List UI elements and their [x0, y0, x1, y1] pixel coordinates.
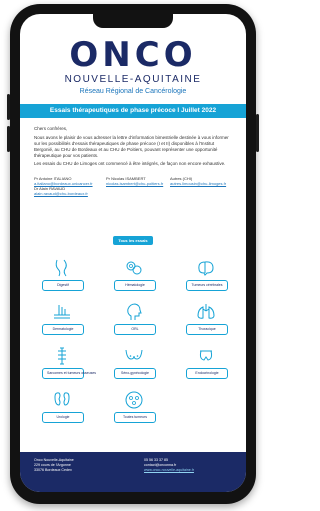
logo-subtitle: Réseau Régional de Cancérologie: [79, 88, 187, 95]
notch: [93, 14, 173, 28]
bone-icon: [58, 347, 66, 365]
email-screen: ONCO NOUVELLE-AQUITAINE Réseau Régional …: [20, 14, 246, 492]
footer-website-link[interactable]: www.onco-nouvelle-aquitaine.fr: [144, 468, 194, 473]
tile-tumeurs-cerebrales[interactable]: Tumeurs cérébrales: [186, 257, 228, 293]
logo-word: ONCO: [69, 35, 197, 75]
tile-label: Hématologie: [114, 280, 156, 291]
tile-urologie[interactable]: Urologie: [42, 389, 84, 425]
lungs-icon: [197, 304, 215, 319]
all-tumors-icon: [125, 391, 143, 409]
volume-up-button: [7, 94, 10, 120]
footer-address-line: 33076 Bordeaux Cedex: [34, 468, 72, 472]
contacts: Pr Antoine ITALIANO a.italiano@bordeaux.…: [34, 176, 234, 198]
tile-label: Toutes tumeurs: [114, 412, 156, 423]
volume-down-button: [7, 126, 10, 152]
tile-label: Séno-gynécologie: [114, 368, 156, 379]
power-button: [256, 114, 259, 152]
intro-paragraph: Nous avons le plaisir de vous adresser l…: [34, 135, 229, 158]
contact-email-link[interactable]: nicolas.isambert@chu-poitiers.fr: [106, 181, 172, 186]
contact-limoges: Autres (CHI) autres.limousin@chu-limoges…: [170, 176, 236, 186]
tile-endocrinologie[interactable]: Endocrinologie: [186, 345, 228, 381]
tile-label: Endocrinologie: [186, 368, 228, 379]
breast-icon: [125, 349, 143, 360]
contact-poitiers: Pr Nicolas ISAMBERT nicolas.isambert@chu…: [106, 176, 172, 186]
footer: Onco Nouvelle-Aquitaine 229 cours de l'A…: [20, 452, 246, 492]
specialty-grid: Digestif Hématologie Tumeurs cérébrales …: [34, 257, 234, 437]
contact-email-link[interactable]: alain.ravaud@chu-bordeaux.fr: [34, 191, 100, 196]
thyroid-icon: [199, 350, 213, 361]
title-banner: Essais thérapeutiques de phase précoce I…: [20, 104, 246, 118]
tile-label: ORL: [114, 324, 156, 335]
tile-label: Urologie: [42, 412, 84, 423]
skin-icon: [54, 305, 70, 319]
brain-icon: [198, 261, 214, 276]
tile-digestif[interactable]: Digestif: [42, 257, 84, 293]
contact-email-link[interactable]: autres.limousin@chu-limoges.fr: [170, 181, 236, 186]
footer-address: Onco Nouvelle-Aquitaine 229 cours de l'A…: [34, 458, 74, 473]
tile-thoracique[interactable]: Thoracique: [186, 301, 228, 337]
blood-cells-icon: [126, 261, 142, 275]
greeting: Chers confrères,: [34, 126, 68, 131]
tile-dermatologie[interactable]: Dermatologie: [42, 301, 84, 337]
kidney-icon: [54, 392, 70, 406]
all-trials-button[interactable]: Tous les essais: [113, 236, 153, 245]
onco-logo: ONCO NOUVELLE-AQUITAINE Réseau Régional …: [20, 38, 246, 95]
contact-bergonie: Pr Antoine ITALIANO a.italiano@bordeaux.…: [34, 176, 100, 196]
digestive-icon: [55, 259, 67, 277]
tile-label: Dermatologie: [42, 324, 84, 335]
limoges-note: Les essais du CHU de Limoges ont commenc…: [34, 161, 226, 166]
banner-title: Essais thérapeutiques de phase précoce I…: [49, 107, 217, 114]
footer-contact: 05 56 33 37 85 contact@onconna.fr www.on…: [144, 458, 194, 473]
tile-label: Digestif: [42, 280, 84, 291]
tile-sarcomes[interactable]: Sarcomes et tumeurs osseuses: [42, 345, 96, 381]
tile-hematologie[interactable]: Hématologie: [114, 257, 156, 293]
tile-label: Thoracique: [186, 324, 228, 335]
tile-label: Tumeurs cérébrales: [186, 280, 228, 291]
head-profile-icon: [127, 303, 142, 320]
tile-label: Sarcomes et tumeurs osseuses: [42, 368, 96, 379]
logo-region: NOUVELLE-AQUITAINE: [64, 74, 202, 85]
tile-orl[interactable]: ORL: [114, 301, 156, 337]
tile-toutes-tumeurs[interactable]: Toutes tumeurs: [114, 389, 156, 425]
tile-seno-gynecologie[interactable]: Séno-gynécologie: [114, 345, 156, 381]
